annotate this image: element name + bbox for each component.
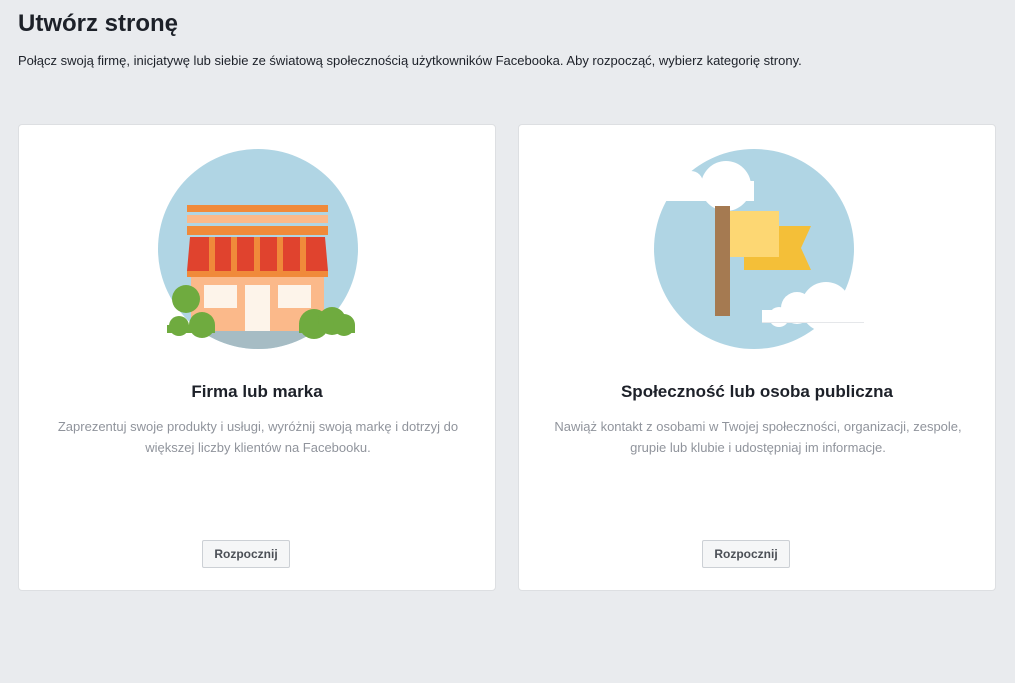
card-community-public-figure: Społeczność lub osoba publiczna Nawiąż k…	[518, 124, 996, 591]
start-community-button[interactable]: Rozpocznij	[702, 540, 790, 568]
page-title: Utwórz stronę	[18, 10, 179, 37]
start-business-button[interactable]: Rozpocznij	[202, 540, 290, 568]
flag-illustration	[654, 149, 864, 349]
card-description: Nawiąż kontakt z osobami w Twojej społec…	[554, 419, 962, 455]
card-title: Społeczność lub osoba publiczna	[620, 382, 894, 401]
flag-pole	[715, 206, 730, 316]
shop-window	[204, 285, 237, 308]
page-subtitle: Połącz swoją firmę, inicjatywę lub siebi…	[18, 53, 802, 68]
shop-window	[278, 285, 311, 308]
storefront-illustration	[158, 149, 358, 349]
card-title: Firma lub marka	[191, 382, 323, 401]
card-description: Zaprezentuj swoje produkty i usługi, wyr…	[57, 419, 459, 455]
shop-door	[245, 285, 270, 331]
card-business-brand: Firma lub marka Zaprezentuj swoje produk…	[18, 124, 496, 591]
flag-front	[730, 211, 779, 257]
